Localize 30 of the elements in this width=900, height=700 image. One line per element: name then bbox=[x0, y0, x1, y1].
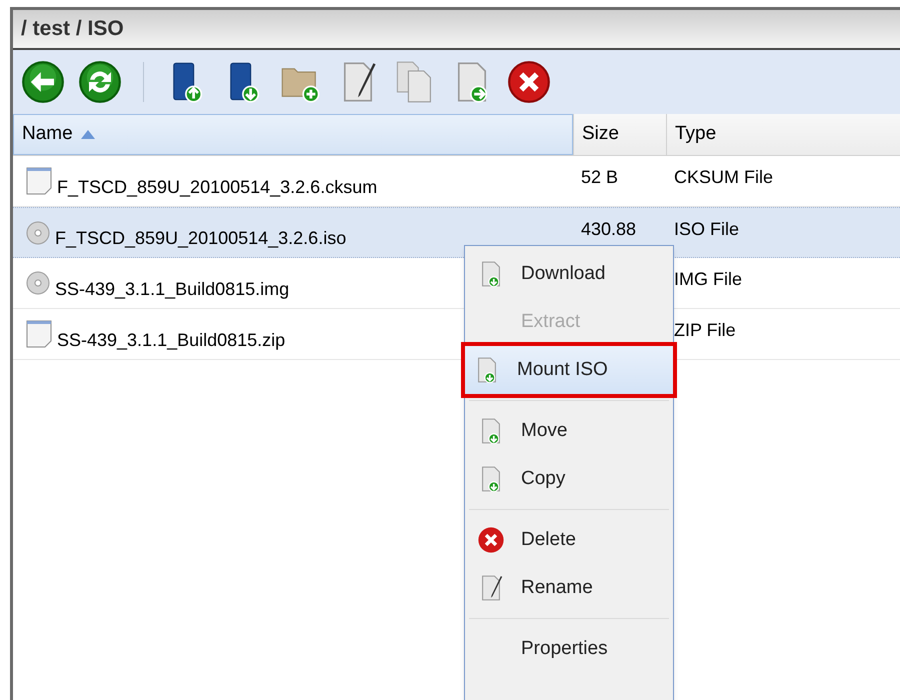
file-size: 430.88 bbox=[581, 219, 636, 239]
file-row[interactable]: F_TSCD_859U_20100514_3.2.6.iso 430.88 ISO File bbox=[13, 207, 900, 258]
file-name: F_TSCD_859U_20100514_3.2.6.iso bbox=[55, 227, 346, 250]
sort-ascending-icon bbox=[80, 130, 95, 139]
menu-item[interactable]: Copy bbox=[469, 455, 669, 503]
refresh-icon[interactable] bbox=[78, 60, 122, 104]
menu-item[interactable]: Rename bbox=[469, 564, 669, 612]
file-size: 52 B bbox=[581, 167, 618, 187]
column-header[interactable]: Type bbox=[666, 114, 900, 155]
back-icon[interactable] bbox=[21, 60, 65, 104]
file-name: SS-439_3.1.1_Build0815.img bbox=[55, 278, 290, 301]
menu-item[interactable]: Delete bbox=[469, 516, 669, 564]
file-type: IMG File bbox=[674, 269, 742, 289]
disc-icon bbox=[25, 270, 51, 296]
delete-icon bbox=[477, 526, 505, 554]
file-type: ZIP File bbox=[674, 320, 736, 340]
file-type: CKSUM File bbox=[674, 167, 774, 187]
file-name: F_TSCD_859U_20100514_3.2.6.cksum bbox=[57, 176, 378, 198]
file-name: SS-439_3.1.1_Build0815.zip bbox=[57, 328, 286, 352]
file-icon bbox=[25, 166, 53, 196]
file-icon bbox=[25, 319, 53, 349]
menu-item[interactable]: Mount ISO bbox=[465, 346, 673, 394]
menu-item[interactable]: Move bbox=[469, 407, 669, 455]
disc-icon bbox=[25, 220, 51, 246]
delete-icon[interactable] bbox=[507, 60, 551, 104]
menu-item[interactable]: Properties bbox=[469, 625, 669, 673]
breadcrumb-path: / test / ISO bbox=[21, 16, 124, 42]
file-type: ISO File bbox=[674, 219, 740, 239]
column-header[interactable]: Name bbox=[13, 114, 573, 155]
column-header[interactable]: Size bbox=[573, 114, 666, 155]
